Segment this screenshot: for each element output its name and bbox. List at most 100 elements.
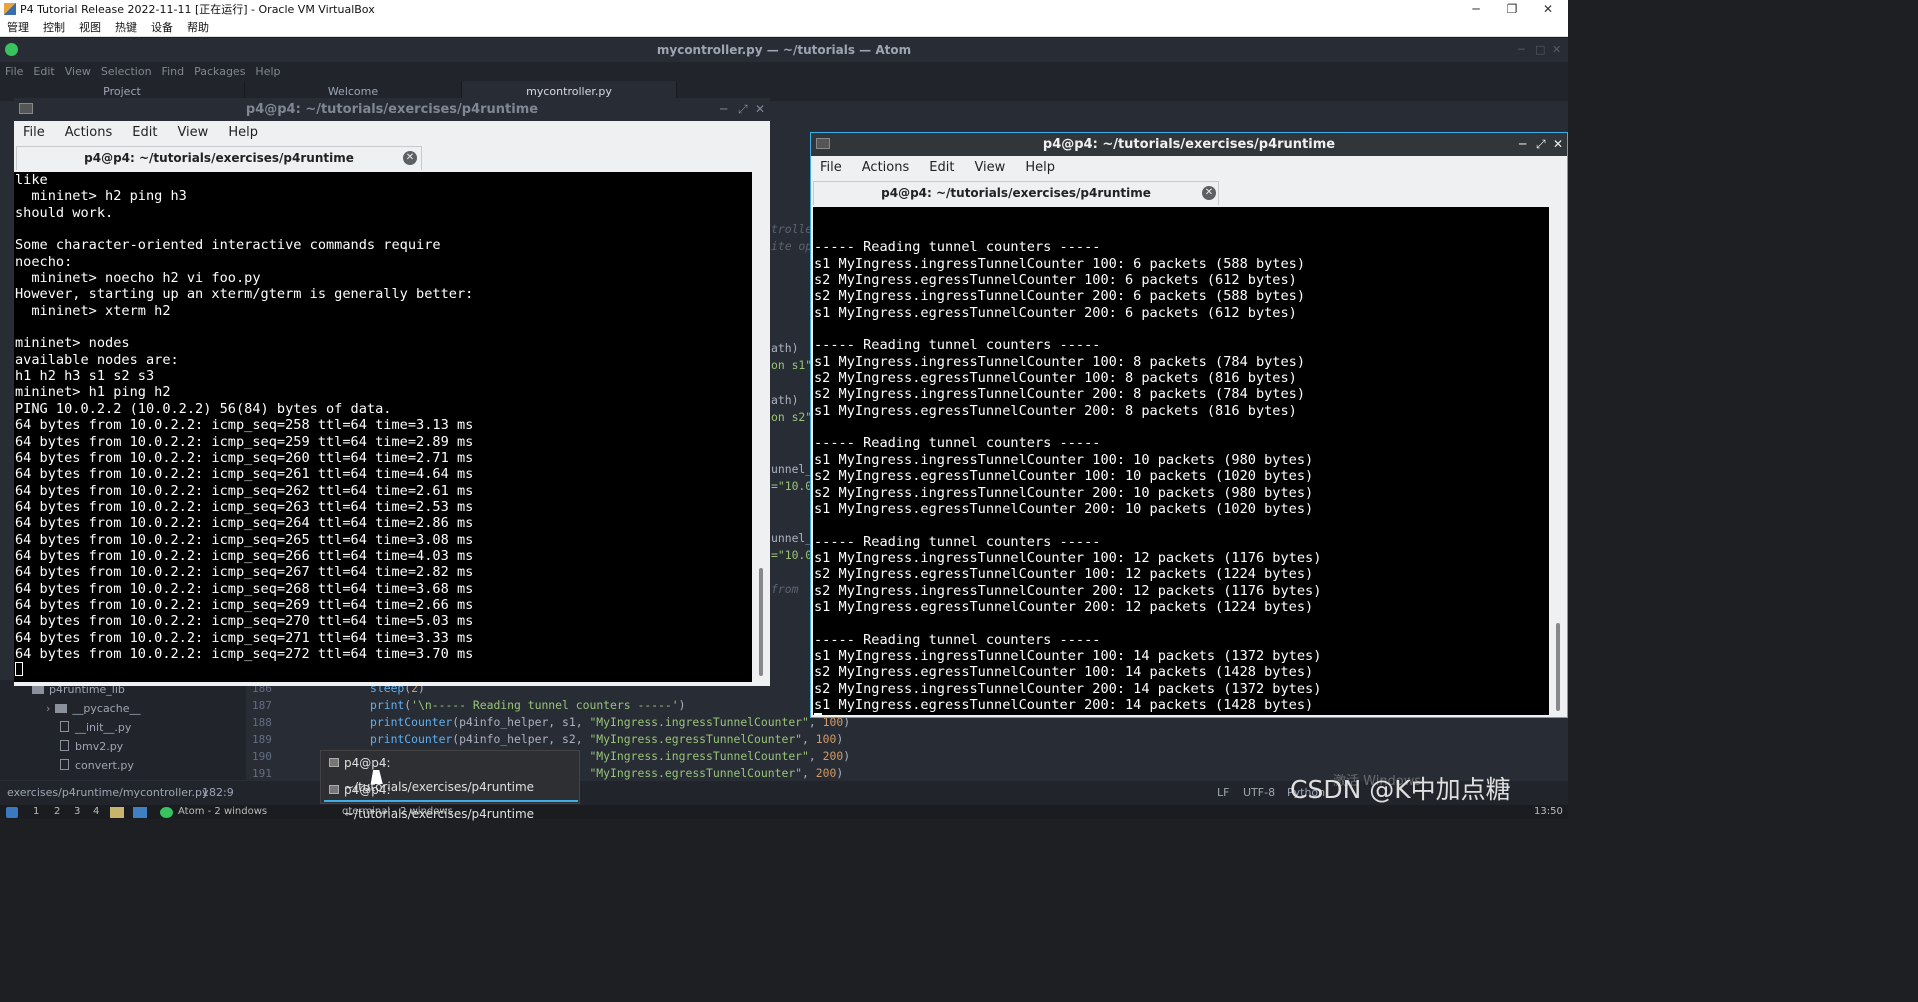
atom-menu-file[interactable]: File bbox=[0, 62, 28, 81]
terminal-prompt-line bbox=[15, 662, 752, 678]
line-number: 188 bbox=[252, 716, 272, 729]
csdn-watermark: CSDN @K中加点糖 bbox=[1290, 775, 1511, 804]
code-token: ) bbox=[836, 766, 844, 780]
workspace-2[interactable]: 2 bbox=[54, 805, 60, 819]
code-line: printCounter(p4info_helper, s2, "MyIngre… bbox=[306, 731, 866, 748]
code-token: 200 bbox=[822, 749, 844, 763]
status-line-ending[interactable]: LF bbox=[1217, 781, 1229, 805]
code-line: print('\n----- Reading tunnel counters -… bbox=[306, 697, 866, 714]
terminal-cursor bbox=[15, 662, 23, 677]
tree-folder-pycache[interactable]: › __pycache__ bbox=[46, 699, 140, 718]
terminal-right-scrollbar[interactable] bbox=[1551, 207, 1565, 715]
terminal-left-output[interactable]: like mininet> h2 ping h3 should work. Some… bbox=[14, 172, 752, 682]
taskbar-atom-group[interactable]: Atom - 2 windows bbox=[178, 805, 267, 819]
terminal-left-scroll-thumb[interactable] bbox=[759, 568, 763, 676]
chevron-right-icon: › bbox=[46, 702, 51, 715]
terminal-left-maximize-icon[interactable]: ⤢ bbox=[738, 98, 748, 121]
terminal-line: mininet> h2 ping h3 bbox=[15, 188, 187, 205]
atom-maximize-icon[interactable]: □ bbox=[1535, 38, 1545, 62]
close-button[interactable]: ✕ bbox=[1530, 0, 1566, 19]
browser-icon[interactable] bbox=[133, 807, 147, 818]
terminal-left-menu-help[interactable]: Help bbox=[219, 121, 258, 145]
terminal-left-scrollbar[interactable] bbox=[754, 172, 768, 682]
terminal-left-tab-label: p4@p4: ~/tutorials/exercises/p4runtime bbox=[84, 151, 354, 165]
terminal-right-title-bar[interactable]: p4@p4: ~/tutorials/exercises/p4runtime ─… bbox=[811, 133, 1567, 156]
terminal-right-output[interactable]: ----- Reading tunnel counters ----- s1 My… bbox=[813, 207, 1549, 715]
workspace-4[interactable]: 4 bbox=[93, 805, 99, 819]
atom-menu-view[interactable]: View bbox=[60, 62, 96, 81]
workspace-1[interactable]: 1 bbox=[33, 805, 39, 819]
terminal-line: 64 bytes from 10.0.2.2: icmp_seq=263 ttl… bbox=[15, 498, 474, 515]
menu-control[interactable]: 控制 bbox=[36, 19, 72, 37]
terminal-right-menu-actions[interactable]: Actions bbox=[853, 156, 910, 180]
atom-menu-edit[interactable]: Edit bbox=[28, 62, 59, 81]
terminal-line: 64 bytes from 10.0.2.2: icmp_seq=265 ttl… bbox=[15, 531, 474, 548]
workspace-3[interactable]: 3 bbox=[74, 805, 80, 819]
editor-fragment: ite op bbox=[771, 239, 813, 253]
file-manager-icon[interactable] bbox=[110, 807, 124, 818]
atom-menu-find[interactable]: Find bbox=[157, 62, 190, 81]
menu-manage[interactable]: 管理 bbox=[0, 19, 36, 37]
atom-menu-bar: File Edit View Selection Find Packages Help bbox=[0, 62, 1568, 81]
terminal-line: 64 bytes from 10.0.2.2: icmp_seq=258 ttl… bbox=[15, 417, 474, 434]
editor-fragment: unnel_ bbox=[771, 462, 813, 476]
minimize-button[interactable]: ─ bbox=[1458, 0, 1494, 19]
terminal-right-menu-edit[interactable]: Edit bbox=[920, 156, 954, 180]
terminal-left-menu-view[interactable]: View bbox=[168, 121, 208, 145]
terminal-line: s1 MyIngress.egressTunnelCounter 200: 8 … bbox=[814, 402, 1297, 419]
mouse-pointer-icon bbox=[370, 770, 386, 784]
atom-menu-packages[interactable]: Packages bbox=[189, 62, 250, 81]
start-menu-icon[interactable] bbox=[6, 807, 18, 818]
status-cursor-position[interactable]: 182:9 bbox=[202, 781, 234, 805]
terminal-right-title: p4@p4: ~/tutorials/exercises/p4runtime bbox=[1042, 137, 1336, 152]
close-tab-icon[interactable]: ✕ bbox=[403, 151, 417, 165]
atom-close-icon[interactable]: ✕ bbox=[1552, 38, 1561, 62]
menu-help[interactable]: 帮助 bbox=[180, 19, 216, 37]
terminal-line: s1 MyIngress.ingressTunnelCounter 100: 1… bbox=[814, 549, 1322, 566]
terminal-left-minimize-icon[interactable]: ─ bbox=[720, 98, 727, 121]
line-number: 190 bbox=[252, 750, 272, 763]
terminal-left-menu-file[interactable]: File bbox=[14, 121, 45, 145]
terminal-right-scroll-thumb[interactable] bbox=[1556, 623, 1560, 711]
terminal-right-menu-view[interactable]: View bbox=[965, 156, 1005, 180]
terminal-line: 64 bytes from 10.0.2.2: icmp_seq=267 ttl… bbox=[15, 564, 474, 581]
tree-file-convert[interactable]: convert.py bbox=[60, 756, 134, 775]
maximize-button[interactable]: ❐ bbox=[1494, 0, 1530, 19]
terminal-right-menu-help[interactable]: Help bbox=[1016, 156, 1055, 180]
terminal-left-menu-edit[interactable]: Edit bbox=[123, 121, 157, 145]
atom-menu-selection[interactable]: Selection bbox=[96, 62, 157, 81]
terminal-right-tab[interactable]: p4@p4: ~/tutorials/exercises/p4runtime ✕ bbox=[813, 181, 1219, 205]
code-token: 200 bbox=[815, 766, 837, 780]
terminal-left-menu-actions[interactable]: Actions bbox=[56, 121, 113, 145]
atom-window-title: mycontroller.py — ~/tutorials — Atom bbox=[656, 43, 912, 57]
tree-file-init[interactable]: __init__.py bbox=[60, 718, 131, 737]
status-encoding[interactable]: UTF-8 bbox=[1243, 781, 1275, 805]
tree-file-bmv2[interactable]: bmv2.py bbox=[60, 737, 123, 756]
menu-view[interactable]: 视图 bbox=[72, 19, 108, 37]
terminal-left-tab[interactable]: p4@p4: ~/tutorials/exercises/p4runtime ✕ bbox=[16, 146, 422, 170]
menu-hotkey[interactable]: 热键 bbox=[108, 19, 144, 37]
atom-minimize-icon[interactable]: ─ bbox=[1518, 38, 1525, 62]
terminal-right-menu-file[interactable]: File bbox=[811, 156, 842, 180]
terminal-right-minimize-icon[interactable]: ─ bbox=[1519, 133, 1526, 156]
popup-item-terminal-1[interactable]: p4@p4: ~/tutorials/exercises/p4runtime bbox=[324, 751, 578, 794]
close-tab-icon[interactable]: ✕ bbox=[1202, 186, 1216, 200]
code-token: '\n----- Reading tunnel counters -----' bbox=[411, 698, 679, 712]
terminal-right-maximize-icon[interactable]: ⤢ bbox=[1536, 133, 1546, 156]
code-token: "MyIngress.ingressTunnelCounter" bbox=[589, 749, 809, 763]
terminal-line: s1 MyIngress.egressTunnelCounter 200: 6 … bbox=[814, 304, 1297, 321]
terminal-left-title-bar[interactable]: p4@p4: ~/tutorials/exercises/p4runtime ─… bbox=[14, 98, 770, 121]
menu-devices[interactable]: 设备 bbox=[144, 19, 180, 37]
popup-item-terminal-2[interactable]: p4@p4: ~/tutorials/exercises/p4runtime bbox=[324, 778, 578, 821]
atom-menu-help[interactable]: Help bbox=[250, 62, 285, 81]
terminal-right-tab-label: p4@p4: ~/tutorials/exercises/p4runtime bbox=[881, 186, 1151, 200]
terminal-left-title: p4@p4: ~/tutorials/exercises/p4runtime bbox=[245, 102, 539, 117]
status-file-path[interactable]: exercises/p4runtime/mycontroller.py bbox=[7, 781, 209, 805]
terminal-right-close-icon[interactable]: ✕ bbox=[1553, 133, 1563, 156]
terminal-line: Some character-oriented interactive comm… bbox=[15, 237, 441, 254]
terminal-left-close-icon[interactable]: ✕ bbox=[755, 98, 765, 121]
atom-title-bar: mycontroller.py — ~/tutorials — Atom ─ □… bbox=[0, 38, 1568, 62]
terminal-line: h1 h2 h3 s1 s2 s3 bbox=[15, 368, 155, 385]
